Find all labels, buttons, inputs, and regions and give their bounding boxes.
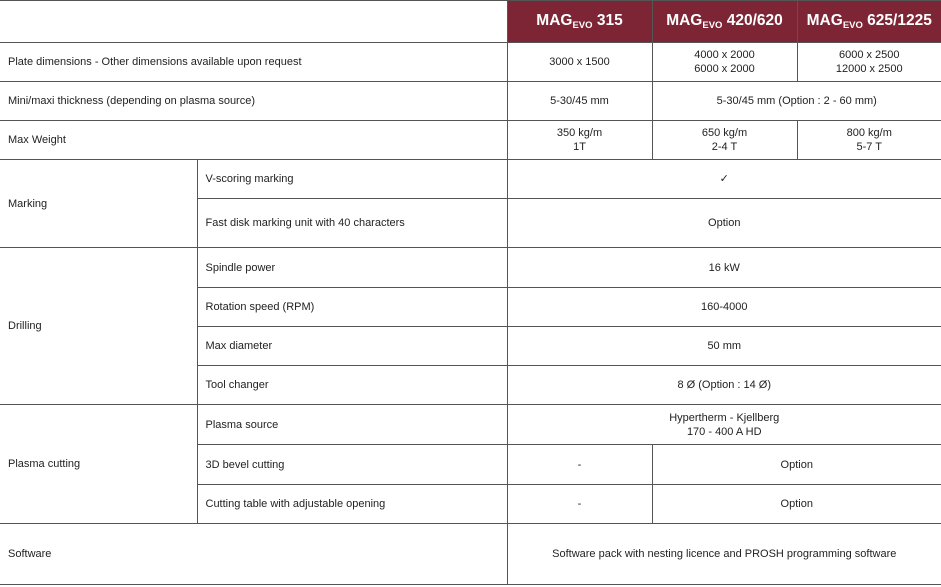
cell-max-diameter: 50 mm: [506, 326, 941, 366]
cell-plate-315: 3000 x 1500: [506, 42, 653, 82]
row-label-rotation-speed: Rotation speed (RPM): [197, 287, 508, 327]
cell-software: Software pack with nesting licence and P…: [506, 523, 941, 585]
row-label-plate: Plate dimensions - Other dimensions avai…: [0, 42, 508, 82]
header-row: MAGEVO 315 MAGEVO 420/620 MAGEVO 625/122…: [0, 0, 941, 43]
cell-v-scoring: ✓: [506, 159, 941, 199]
row-label-bevel: 3D bevel cutting: [197, 444, 508, 485]
row-label-v-scoring: V-scoring marking: [196, 159, 508, 199]
cell-plate-420: 4000 x 2000 6000 x 2000: [651, 42, 798, 82]
table-row: Drilling Spindle power 16 kW: [0, 247, 941, 405]
header-blank: [0, 0, 508, 43]
spec-table: MAGEVO 315 MAGEVO 420/620 MAGEVO 625/122…: [0, 0, 941, 585]
group-label-marking: Marking: [0, 159, 198, 248]
row-label-cutting-table: Cutting table with adjustable opening: [197, 484, 508, 524]
table-row: Software Software pack with nesting lice…: [0, 523, 941, 585]
cell-plate-625: 6000 x 2500 12000 x 2500: [796, 42, 941, 82]
cell-tool-changer: 8 Ø (Option : 14 Ø): [506, 365, 941, 405]
cell-spindle-power: 16 kW: [506, 247, 941, 288]
cell-weight-420: 650 kg/m 2-4 T: [651, 120, 798, 160]
cell-rotation-speed: 160-4000: [506, 287, 941, 327]
cell-bevel-315: -: [506, 444, 653, 485]
table-row: Marking V-scoring marking ✓: [0, 159, 941, 248]
table-row: Max Weight 350 kg/m 1T 650 kg/m 2-4 T 800 …: [0, 120, 941, 160]
model-header-315: MAGEVO 315: [506, 0, 653, 43]
cell-bevel-other: Option: [651, 444, 941, 485]
table-row: Mini/maxi thickness (depending on plasma…: [0, 81, 941, 121]
cell-thickness-other: 5-30/45 mm (Option : 2 - 60 mm): [651, 81, 941, 121]
group-label-drilling: Drilling: [0, 247, 198, 405]
row-label-software: Software: [0, 523, 508, 585]
cell-plasma-source: Hypertherm - Kjellberg 170 - 400 A HD: [506, 404, 941, 445]
cell-cutting-table-315: -: [506, 484, 653, 524]
group-label-plasma: Plasma cutting: [0, 404, 198, 524]
cell-weight-625: 800 kg/m 5-7 T: [796, 120, 941, 160]
row-label-tool-changer: Tool changer: [197, 365, 508, 405]
model-header-625-1225: MAGEVO 625/1225: [796, 0, 941, 43]
row-label-plasma-source: Plasma source: [196, 404, 508, 445]
model-header-420-620: MAGEVO 420/620: [651, 0, 798, 43]
table-row: Plasma cutting Plasma source Hypertherm …: [0, 404, 941, 524]
row-label-weight: Max Weight: [0, 120, 508, 160]
cell-weight-315: 350 kg/m 1T: [506, 120, 653, 160]
row-label-max-diameter: Max diameter: [197, 326, 508, 366]
cell-thickness-315: 5-30/45 mm: [506, 81, 653, 121]
row-label-spindle-power: Spindle power: [196, 247, 508, 288]
row-label-thickness: Mini/maxi thickness (depending on plasma…: [0, 81, 508, 121]
cell-cutting-table-other: Option: [651, 484, 941, 524]
row-label-disk-marking: Fast disk marking unit with 40 character…: [197, 198, 508, 248]
table-row: Plate dimensions - Other dimensions avai…: [0, 42, 941, 82]
cell-disk-marking: Option: [506, 198, 941, 248]
